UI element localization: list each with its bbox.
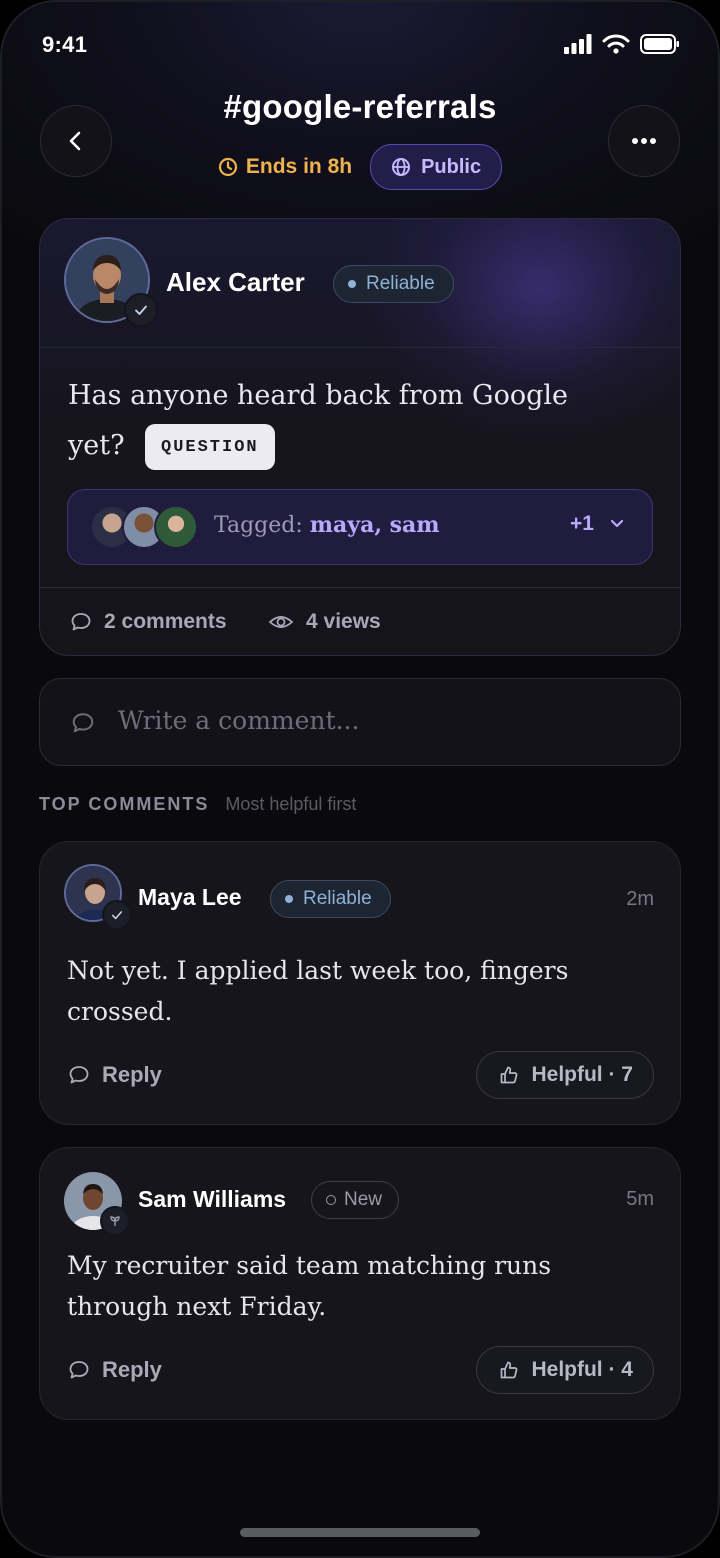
ends-indicator: Ends in 8h — [218, 155, 352, 179]
reliable-badge: Reliable — [270, 880, 391, 918]
battery-icon — [640, 34, 679, 54]
helpful-label: Helpful · 7 — [531, 1063, 633, 1086]
tagged-users-bar[interactable]: Tagged: maya, sam +1 — [67, 489, 653, 565]
comment-text: My recruiter said team matching runs thr… — [67, 1251, 552, 1321]
comments-count-label: 2 comments — [104, 610, 227, 633]
ends-text: Ends in 8h — [245, 155, 353, 178]
avatar — [154, 505, 198, 549]
sprout-badge — [100, 1206, 130, 1236]
status-bar: 9:41 — [42, 30, 680, 62]
reply-button[interactable]: Reply — [68, 1357, 162, 1383]
status-time: 9:41 — [42, 32, 88, 57]
comment-author-name[interactable]: Maya Lee — [138, 884, 242, 911]
comment-bubble-icon — [69, 1066, 89, 1084]
question-tag: QUESTION — [145, 424, 275, 470]
reliable-badge-label: Reliable — [303, 888, 372, 909]
wifi-icon — [602, 34, 630, 54]
new-badge-label: New — [344, 1189, 383, 1210]
checkmark-icon — [111, 911, 123, 920]
comment-text: Not yet. I applied last week too, finger… — [67, 956, 569, 1026]
post-author-name[interactable]: Alex Carter — [166, 267, 305, 298]
verified-badge — [124, 293, 158, 327]
views-count: 4 views — [268, 610, 381, 634]
tagged-names: maya, sam — [309, 512, 440, 538]
comment-author-name[interactable]: Sam Williams — [138, 1186, 286, 1213]
comment-time: 5m — [626, 1188, 654, 1210]
home-indicator[interactable] — [240, 1528, 480, 1537]
reply-label: Reply — [102, 1357, 162, 1382]
tagged-avatars — [90, 505, 200, 549]
tagged-text: Tagged: maya, sam — [214, 512, 440, 538]
reply-button[interactable]: Reply — [68, 1062, 162, 1088]
comment-bubble-icon — [69, 1361, 89, 1379]
comment-time: 2m — [626, 888, 654, 910]
reliable-badge-label: Reliable — [366, 273, 435, 294]
comment-card: Maya Lee Reliable 2m Not yet. I applied … — [39, 841, 681, 1125]
comments-count[interactable]: 2 comments — [70, 610, 227, 634]
eye-icon — [268, 616, 294, 628]
status-dot-icon — [285, 895, 293, 903]
new-badge: New — [311, 1181, 400, 1219]
thumbs-up-icon — [501, 1066, 518, 1084]
post-footer: 2 comments 4 views — [40, 587, 680, 655]
section-header: TOP COMMENTS Most helpful first — [39, 794, 356, 815]
reply-label: Reply — [102, 1062, 162, 1087]
section-subtitle: Most helpful first — [225, 794, 357, 814]
channel-title: #google-referrals — [223, 88, 497, 125]
reliable-badge: Reliable — [333, 265, 454, 303]
helpful-button[interactable]: Helpful · 7 — [476, 1051, 654, 1099]
tagged-prefix: Tagged: — [214, 513, 303, 538]
channel-meta-row: Ends in 8h Public — [0, 144, 720, 190]
section-title: TOP COMMENTS — [39, 794, 210, 814]
comment-bubble-icon — [72, 713, 94, 733]
chevron-down-icon — [610, 519, 624, 528]
ring-icon — [326, 1195, 336, 1205]
comment-card: Sam Williams New 5m My recruiter said te… — [39, 1147, 681, 1420]
comment-bubble-icon — [71, 613, 91, 631]
sprout-icon — [110, 1216, 120, 1226]
status-dot-icon — [348, 280, 356, 288]
comment-input-placeholder: Write a comment... — [118, 706, 360, 735]
tagged-expand[interactable]: +1 — [570, 512, 624, 536]
views-count-label: 4 views — [306, 610, 381, 633]
visibility-badge[interactable]: Public — [370, 144, 503, 190]
post-header: Alex Carter Reliable — [40, 219, 680, 348]
phone-screen: 9:41 #google-referrals Ends in 8h Public… — [0, 0, 720, 1558]
comment-input[interactable]: Write a comment... — [39, 678, 681, 766]
visibility-label: Public — [421, 155, 482, 178]
status-icons — [564, 34, 680, 54]
thumbs-up-icon — [501, 1361, 518, 1379]
signal-icon — [564, 34, 592, 54]
globe-icon — [392, 158, 411, 176]
checkmark-icon — [135, 305, 147, 315]
clock-icon — [218, 157, 237, 177]
post-card: Alex Carter Reliable Has anyone heard ba… — [39, 218, 681, 656]
helpful-button[interactable]: Helpful · 4 — [476, 1346, 654, 1394]
tagged-more-count: +1 — [570, 512, 594, 535]
verified-badge — [102, 900, 132, 930]
helpful-label: Helpful · 4 — [531, 1358, 633, 1381]
